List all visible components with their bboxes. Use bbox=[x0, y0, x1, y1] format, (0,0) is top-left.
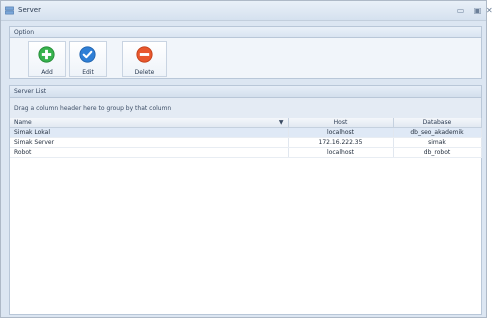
add-button-label: Add bbox=[41, 69, 53, 76]
minus-circle-icon bbox=[136, 46, 153, 63]
group-by-panel[interactable]: Drag a column header here to group by th… bbox=[10, 98, 481, 119]
ribbon-tab-label: Option bbox=[14, 29, 35, 36]
table-row[interactable]: Simak Lokal localhost db_seo_akademik bbox=[10, 127, 482, 138]
delete-button[interactable]: Delete bbox=[122, 41, 167, 77]
server-app-icon bbox=[5, 6, 14, 15]
cell-name: Simak Server bbox=[10, 137, 289, 148]
server-window: Server ▭ ▣ ✕ Option Add Edit Delete Serv… bbox=[0, 0, 492, 318]
server-list-header: Server List bbox=[10, 86, 481, 98]
close-button[interactable]: ✕ bbox=[486, 5, 492, 16]
server-list-title: Server List bbox=[14, 88, 47, 95]
server-grid: Name ▼ Host Database Simak Lokal localho… bbox=[10, 118, 482, 158]
cell-name: Robot bbox=[10, 147, 289, 158]
edit-button-label: Edit bbox=[82, 69, 94, 76]
cell-database: db_robot bbox=[393, 147, 482, 158]
minimize-button[interactable]: ▭ bbox=[455, 5, 466, 16]
delete-button-label: Delete bbox=[134, 69, 155, 76]
cell-host: localhost bbox=[288, 127, 394, 138]
filter-dropdown-icon[interactable]: ▼ bbox=[279, 119, 284, 126]
grid-header-row: Name ▼ Host Database bbox=[10, 118, 482, 128]
plus-circle-icon bbox=[38, 46, 55, 63]
title-bar: Server ▭ ▣ ✕ bbox=[1, 1, 492, 21]
column-header-host[interactable]: Host bbox=[288, 118, 394, 128]
check-circle-icon bbox=[79, 46, 96, 63]
ribbon-group: Add Edit Delete bbox=[9, 37, 482, 79]
table-row[interactable]: Simak Server 172.16.222.35 simak bbox=[10, 137, 482, 148]
add-button[interactable]: Add bbox=[28, 41, 66, 77]
cell-host: 172.16.222.35 bbox=[288, 137, 394, 148]
cell-database: db_seo_akademik bbox=[393, 127, 482, 138]
table-row[interactable]: Robot localhost db_robot bbox=[10, 147, 482, 158]
window-title: Server bbox=[18, 6, 41, 14]
edit-button[interactable]: Edit bbox=[69, 41, 107, 77]
cell-name: Simak Lokal bbox=[10, 127, 289, 138]
cell-database: simak bbox=[393, 137, 482, 148]
maximize-button[interactable]: ▣ bbox=[472, 5, 483, 16]
ribbon-tab-option[interactable]: Option bbox=[9, 26, 482, 37]
server-list-panel: Server List Drag a column header here to… bbox=[9, 85, 482, 315]
cell-host: localhost bbox=[288, 147, 394, 158]
column-header-database[interactable]: Database bbox=[393, 118, 482, 128]
group-by-hint: Drag a column header here to group by th… bbox=[14, 105, 172, 112]
column-header-name[interactable]: Name ▼ bbox=[10, 118, 289, 128]
